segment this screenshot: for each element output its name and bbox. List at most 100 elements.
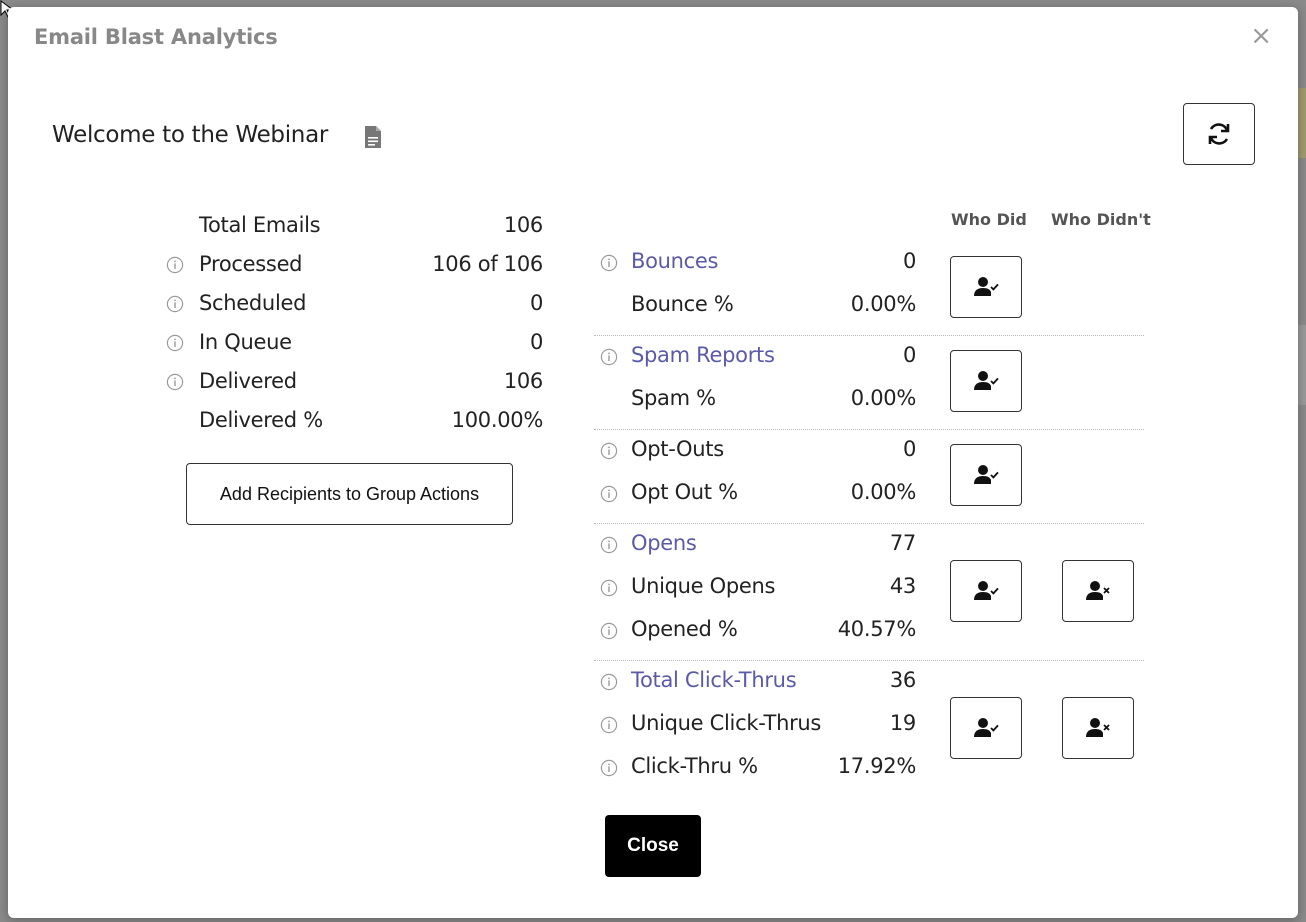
who-did-button[interactable]	[950, 256, 1022, 318]
info-icon[interactable]	[600, 535, 618, 554]
stat-label: Unique Opens	[631, 574, 776, 598]
stat-value: 0.00%	[850, 292, 917, 316]
summary-stats: Total Emails 106 Processed 106 of 106 Schedu…	[163, 207, 543, 441]
refresh-button[interactable]	[1183, 103, 1255, 165]
who-did-button[interactable]	[950, 444, 1022, 506]
info-icon[interactable]	[600, 253, 618, 272]
stat-label: Scheduled	[199, 291, 307, 315]
stat-value: 0	[529, 291, 543, 315]
engagement-stats: Bounces 0 Bounce % 0.00% Spam Reports 0 Spam %…	[594, 242, 1144, 798]
stat-label[interactable]: Bounces	[631, 249, 718, 273]
info-icon[interactable]	[600, 621, 618, 640]
stat-value: 36	[889, 668, 916, 692]
background-link-fragment	[1298, 720, 1306, 742]
stat-label[interactable]: Spam Reports	[631, 343, 775, 367]
stat-label[interactable]: Opens	[631, 531, 697, 555]
stat-label: Delivered %	[199, 408, 323, 432]
analytics-modal: Email Blast Analytics × Welcome to the W…	[8, 7, 1298, 918]
stat-value: 0	[529, 330, 543, 354]
stat-value: 0	[902, 437, 916, 461]
stat-label: Opt Out %	[631, 480, 738, 504]
info-icon[interactable]	[600, 715, 618, 734]
stat-label: Bounce %	[631, 292, 734, 316]
stat-value: 43	[889, 574, 916, 598]
engagement-stat-row: Bounces 0	[594, 242, 1144, 285]
user-check-icon	[972, 578, 1000, 605]
stat-value: 0.00%	[850, 480, 917, 504]
background-link-fragment	[1298, 865, 1306, 887]
engagement-stat-row: Opens 77	[594, 524, 1144, 567]
stat-group: Opt-Outs 0 Opt Out % 0.00%	[594, 430, 1144, 524]
stat-value: 106	[503, 213, 543, 237]
info-icon[interactable]	[600, 672, 618, 691]
info-icon[interactable]	[600, 484, 618, 503]
stat-label: Delivered	[199, 369, 297, 393]
modal-close-icon[interactable]: ×	[1250, 23, 1272, 49]
summary-stat-row: Processed 106 of 106	[163, 246, 543, 285]
who-did-button[interactable]	[950, 560, 1022, 622]
stat-value: 106 of 106	[432, 252, 543, 276]
summary-stat-row: Total Emails 106	[163, 207, 543, 246]
summary-stat-row: Delivered % 100.00%	[163, 402, 543, 441]
engagement-stat-row: Spam % 0.00%	[594, 379, 1144, 422]
who-did-button[interactable]	[950, 697, 1022, 759]
stat-value: 0.00%	[850, 386, 917, 410]
add-recipients-button[interactable]: Add Recipients to Group Actions	[186, 463, 513, 525]
engagement-stat-row: Spam Reports 0	[594, 336, 1144, 379]
stat-group: Total Click-Thrus 36 Unique Click-Thrus 19 C…	[594, 661, 1144, 798]
stat-label: Total Emails	[199, 213, 321, 237]
info-icon[interactable]	[600, 578, 618, 597]
stat-label: Opened %	[631, 617, 738, 641]
engagement-stat-row: Total Click-Thrus 36	[594, 661, 1144, 704]
info-icon[interactable]	[600, 347, 618, 366]
stat-label: In Queue	[199, 330, 292, 354]
info-icon[interactable]	[166, 294, 184, 313]
info-icon[interactable]	[166, 333, 184, 352]
user-check-icon	[972, 274, 1000, 301]
stat-value: 100.00%	[451, 408, 544, 432]
who-didnt-header: Who Didn't	[1051, 210, 1151, 229]
stat-group: Opens 77 Unique Opens 43 Opened % 40.57%	[594, 524, 1144, 661]
blast-name: Welcome to the Webinar	[52, 122, 329, 148]
stat-label: Spam %	[631, 386, 716, 410]
background-link-fragment	[1298, 795, 1306, 817]
stat-group: Spam Reports 0 Spam % 0.00%	[594, 336, 1144, 430]
document-icon[interactable]	[363, 124, 383, 150]
user-check-icon	[972, 368, 1000, 395]
modal-title: Email Blast Analytics	[34, 25, 278, 49]
who-did-header: Who Did	[951, 210, 1027, 229]
who-didnt-button[interactable]	[1062, 560, 1134, 622]
user-check-icon	[972, 462, 1000, 489]
stat-label[interactable]: Total Click-Thrus	[631, 668, 797, 692]
info-icon[interactable]	[600, 441, 618, 460]
summary-stat-row: In Queue 0	[163, 324, 543, 363]
engagement-stat-row: Opt-Outs 0	[594, 430, 1144, 473]
user-check-icon	[972, 715, 1000, 742]
stat-label: Opt-Outs	[631, 437, 724, 461]
stat-value: 40.57%	[837, 617, 917, 641]
summary-stat-row: Scheduled 0	[163, 285, 543, 324]
background-link-fragment	[1298, 500, 1306, 522]
engagement-stat-row: Opt Out % 0.00%	[594, 473, 1144, 516]
stat-value: 19	[889, 711, 916, 735]
info-icon[interactable]	[600, 758, 618, 777]
who-did-button[interactable]	[950, 350, 1022, 412]
stat-value: 0	[902, 343, 916, 367]
stat-label: Processed	[199, 252, 303, 276]
background-link-fragment	[1298, 425, 1306, 447]
stat-label: Unique Click-Thrus	[631, 711, 822, 735]
stat-value: 106	[503, 369, 543, 393]
refresh-icon	[1208, 123, 1230, 145]
stat-label: Click-Thru %	[631, 754, 758, 778]
user-x-icon	[1084, 715, 1112, 742]
background-link-fragment	[1298, 650, 1306, 672]
summary-stat-row: Delivered 106	[163, 363, 543, 402]
stat-value: 77	[889, 531, 916, 555]
stat-value: 0	[902, 249, 916, 273]
who-didnt-button[interactable]	[1062, 697, 1134, 759]
stat-group: Bounces 0 Bounce % 0.00%	[594, 242, 1144, 336]
stat-value: 17.92%	[837, 754, 917, 778]
info-icon[interactable]	[166, 255, 184, 274]
close-button[interactable]: Close	[605, 815, 701, 877]
info-icon[interactable]	[166, 372, 184, 391]
